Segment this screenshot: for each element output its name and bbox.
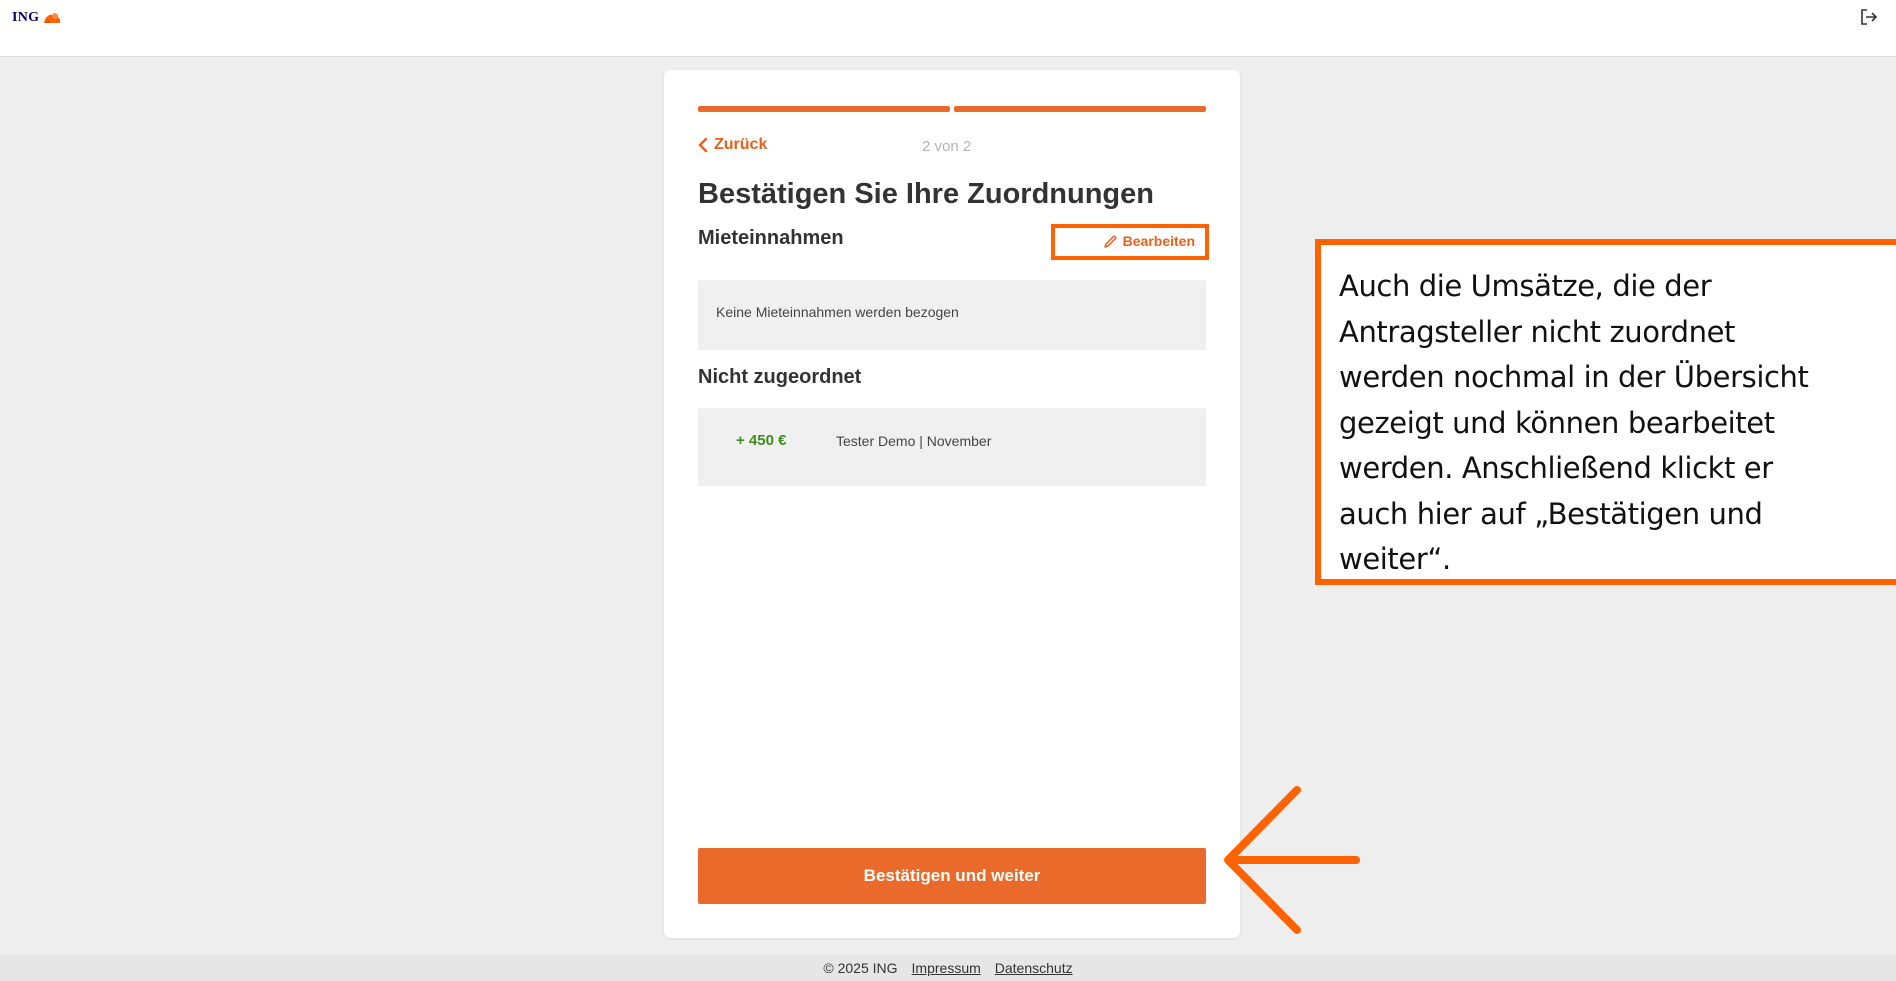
chevron-left-icon	[698, 137, 708, 153]
rental-income-heading: Mieteinnahmen	[698, 227, 844, 249]
logout-icon[interactable]	[1858, 6, 1880, 28]
progress-step-1	[698, 106, 950, 112]
footer: © 2025 ING Impressum Datenschutz	[0, 954, 1896, 981]
back-button[interactable]: Zurück	[698, 136, 767, 154]
pencil-icon	[1103, 234, 1117, 248]
logo-text: ING	[12, 10, 40, 25]
impressum-link[interactable]: Impressum	[912, 960, 981, 976]
lion-icon	[44, 13, 61, 23]
ing-logo[interactable]: ING	[12, 8, 62, 28]
transaction-label: Tester Demo | November	[836, 433, 992, 449]
step-indicator: 2 von 2	[922, 138, 972, 155]
progress-step-2	[954, 106, 1206, 112]
annotation-callout: Auch die Umsätze, die der Antragsteller …	[1315, 239, 1896, 585]
unassigned-heading: Nicht zugeordnet	[698, 366, 862, 388]
edit-highlight-frame: Bearbeiten	[1051, 224, 1209, 260]
transaction-amount: + 450 €	[736, 432, 787, 449]
rental-empty-text: Keine Mieteinnahmen werden bezogen	[716, 304, 959, 320]
callout-text: Auch die Umsätze, die der Antragsteller …	[1339, 269, 1809, 576]
edit-button[interactable]: Bearbeiten	[1103, 233, 1195, 249]
progress-bar	[698, 106, 1206, 112]
edit-label: Bearbeiten	[1122, 233, 1195, 249]
unassigned-transaction-row[interactable]: + 450 € Tester Demo | November	[698, 408, 1206, 486]
annotation-arrow-icon	[1224, 786, 1360, 934]
copyright-label: © 2025 ING	[823, 959, 898, 976]
back-label: Zurück	[714, 136, 768, 153]
confirmation-card: Zurück 2 von 2 Bestätigen Sie Ihre Zuord…	[664, 70, 1240, 938]
datenschutz-link[interactable]: Datenschutz	[995, 960, 1073, 976]
top-bar: ING	[0, 0, 1896, 57]
copyright-text: © 2025 ING	[823, 960, 897, 976]
step-navigation: Zurück 2 von 2	[698, 136, 1206, 160]
confirm-and-continue-button[interactable]: Bestätigen und weiter	[698, 848, 1206, 904]
page-title: Bestätigen Sie Ihre Zuordnungen	[698, 178, 1154, 210]
rental-income-box: Keine Mieteinnahmen werden bezogen	[698, 280, 1206, 350]
